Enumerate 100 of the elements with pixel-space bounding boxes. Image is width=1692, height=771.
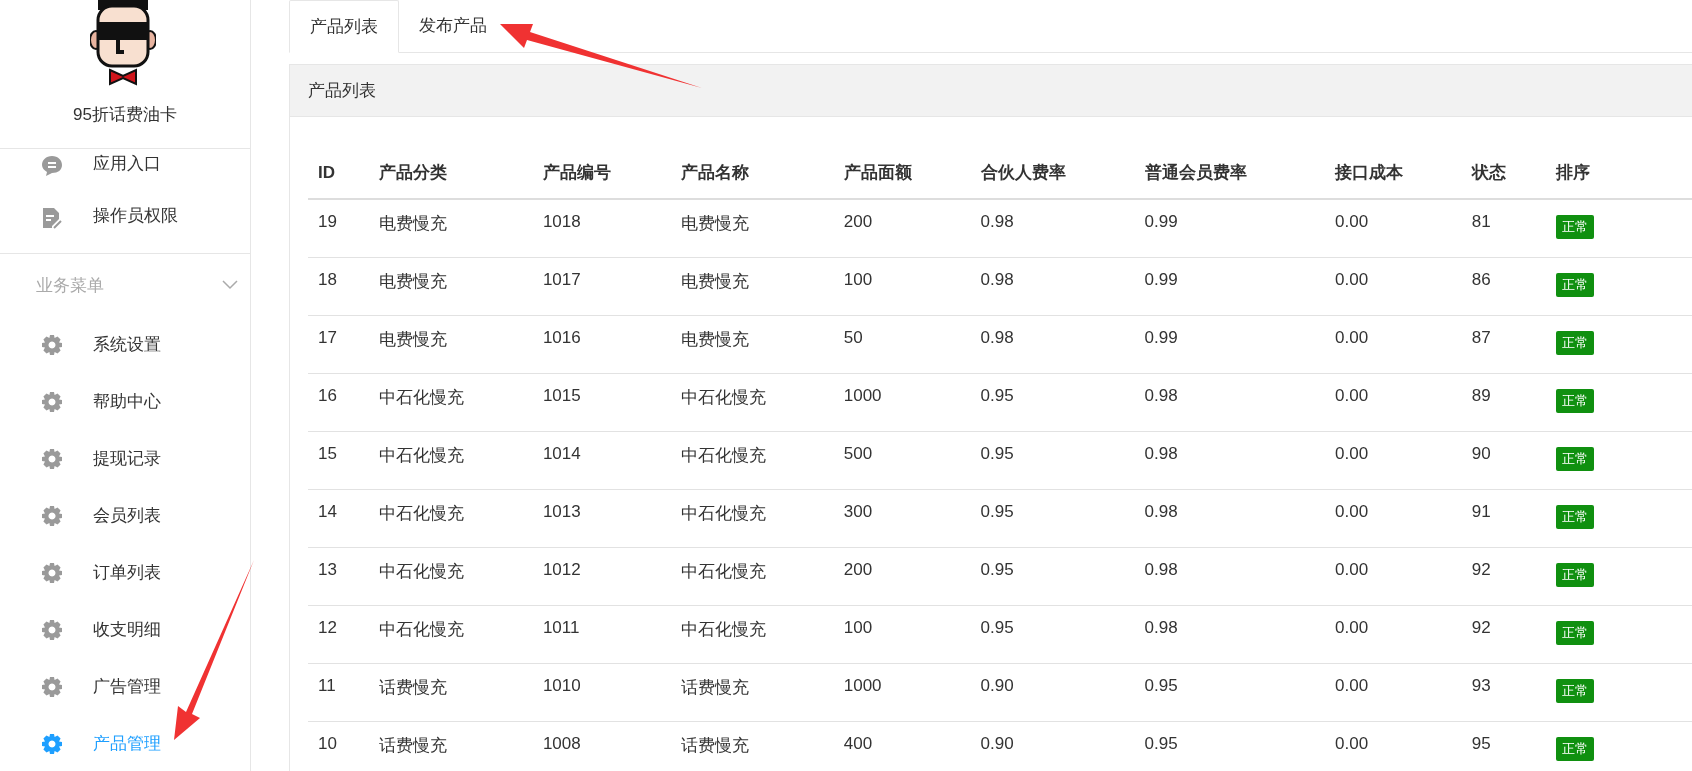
table-cell: 1018 xyxy=(542,212,581,231)
table-cell: 话费慢充 xyxy=(680,677,749,697)
table-cell: 0.95 xyxy=(1144,675,1178,695)
status-badge: 正常 xyxy=(1555,388,1594,413)
table-cell: 92 xyxy=(1471,617,1491,637)
table-cell: 400 xyxy=(843,733,873,753)
table-cell: 0.95 xyxy=(980,617,1014,637)
table-cell: 中石化慢充 xyxy=(378,619,464,639)
table-cell: 中石化慢充 xyxy=(680,561,766,581)
table-cell: 中石化慢充 xyxy=(680,503,766,523)
table-cell: 0.98 xyxy=(980,327,1014,347)
table-cell: 中石化慢充 xyxy=(680,619,766,639)
tab[interactable]: 发布产品 xyxy=(399,0,507,52)
table-cell: 0.98 xyxy=(1144,617,1178,637)
table-cell: 0.98 xyxy=(1144,501,1178,521)
table-cell: 电费慢充 xyxy=(680,329,749,349)
table-cell: 89 xyxy=(1471,385,1491,405)
table-cell: 90 xyxy=(1471,443,1491,463)
tab[interactable]: 产品列表 xyxy=(289,0,399,53)
table-cell: 1017 xyxy=(542,269,581,289)
chat-bubble-icon xyxy=(41,155,63,177)
gear-icon xyxy=(41,333,63,356)
menu-item[interactable]: 会员列表 xyxy=(0,487,250,544)
table-cell: 100 xyxy=(843,269,873,289)
menu-item[interactable]: 帮助中心 xyxy=(0,373,250,430)
menu-item[interactable]: 订单列表 xyxy=(0,544,250,601)
table-cell: 中石化慢充 xyxy=(378,445,464,465)
table-cell: 500 xyxy=(843,443,873,463)
column-header: 合伙人费率 xyxy=(970,147,1135,199)
column-header: 产品面额 xyxy=(833,147,971,199)
table-cell: 0.00 xyxy=(1335,617,1369,637)
table-cell: 中石化慢充 xyxy=(680,445,766,465)
table-cell: 19 xyxy=(318,212,337,231)
table-cell: 17 xyxy=(318,327,337,347)
gear-icon xyxy=(41,447,63,470)
table-cell: 0.99 xyxy=(1144,269,1178,289)
gear-icon xyxy=(41,618,63,641)
table-cell: 300 xyxy=(843,501,873,521)
status-badge: 正常 xyxy=(1555,562,1594,587)
table-cell: 87 xyxy=(1471,327,1491,347)
table-cell: 电费慢充 xyxy=(680,271,749,291)
menu-item[interactable]: 提现记录 xyxy=(0,430,250,487)
table-cell: 86 xyxy=(1471,269,1491,289)
table-cell: 话费慢充 xyxy=(680,735,749,755)
panel-title: 产品列表 xyxy=(290,65,1692,117)
gear-icon xyxy=(41,675,63,698)
table-cell: 中石化慢充 xyxy=(378,561,464,581)
table-cell: 0.00 xyxy=(1335,501,1369,521)
table-cell: 0.95 xyxy=(980,559,1014,579)
table-cell: 1000 xyxy=(843,385,882,405)
table-cell: 11 xyxy=(318,675,336,695)
menu-item[interactable]: 系统设置 xyxy=(0,316,250,373)
column-header: 产品编号 xyxy=(532,147,671,199)
table-cell: 50 xyxy=(843,327,863,347)
app-title: 95折话费油卡 xyxy=(73,104,177,126)
gear-icon xyxy=(41,504,63,527)
table-cell: 电费慢充 xyxy=(680,214,749,233)
table-cell: 1008 xyxy=(542,733,581,753)
table-cell: 13 xyxy=(318,559,337,579)
table-cell: 1015 xyxy=(542,385,581,405)
table-cell: 1013 xyxy=(542,501,581,521)
table-cell: 0.98 xyxy=(1144,443,1178,463)
table-cell: 15 xyxy=(318,443,337,463)
table-cell: 100 xyxy=(843,617,873,637)
table-cell: 0.98 xyxy=(980,269,1014,289)
table-cell: 95 xyxy=(1471,733,1491,753)
table-cell: 中石化慢充 xyxy=(680,387,766,407)
table-cell: 200 xyxy=(843,559,873,579)
table-cell: 18 xyxy=(318,269,337,289)
table-cell: 0.98 xyxy=(980,212,1014,231)
status-badge: 正常 xyxy=(1555,272,1594,297)
column-header: 排序 xyxy=(1545,147,1692,199)
table-cell: 1014 xyxy=(542,443,581,463)
menu-item[interactable]: 收支明细 xyxy=(0,601,250,658)
table-cell: 0.00 xyxy=(1335,443,1369,463)
column-header: 接口成本 xyxy=(1325,147,1462,199)
table-cell: 0.00 xyxy=(1335,269,1369,289)
status-badge: 正常 xyxy=(1555,446,1594,471)
table-cell: 0.98 xyxy=(1144,559,1178,579)
table-cell: 0.95 xyxy=(980,385,1014,405)
menu-item[interactable]: 应用入口 xyxy=(0,149,250,201)
table-cell: 1016 xyxy=(542,327,581,347)
menu-item[interactable]: 广告管理 xyxy=(0,658,250,715)
status-badge: 正常 xyxy=(1555,678,1594,703)
table-cell: 14 xyxy=(318,501,337,521)
table-cell: 0.95 xyxy=(1144,733,1178,753)
menu-item[interactable]: 操作员权限 xyxy=(0,201,250,253)
table-cell: 电费慢充 xyxy=(378,329,447,349)
column-header: 产品分类 xyxy=(368,147,533,199)
table-cell: 0.99 xyxy=(1144,327,1178,347)
table-cell: 1012 xyxy=(542,559,581,579)
document-edit-icon xyxy=(41,207,63,229)
table-cell: 1000 xyxy=(843,675,882,695)
table-cell: 电费慢充 xyxy=(378,271,447,291)
column-header: ID xyxy=(308,147,369,199)
table-cell: 0.00 xyxy=(1335,675,1369,695)
table-cell: 0.95 xyxy=(980,501,1014,521)
table-cell: 0.00 xyxy=(1335,212,1369,231)
table-cell: 中石化慢充 xyxy=(378,503,464,523)
column-header: 状态 xyxy=(1461,147,1546,199)
